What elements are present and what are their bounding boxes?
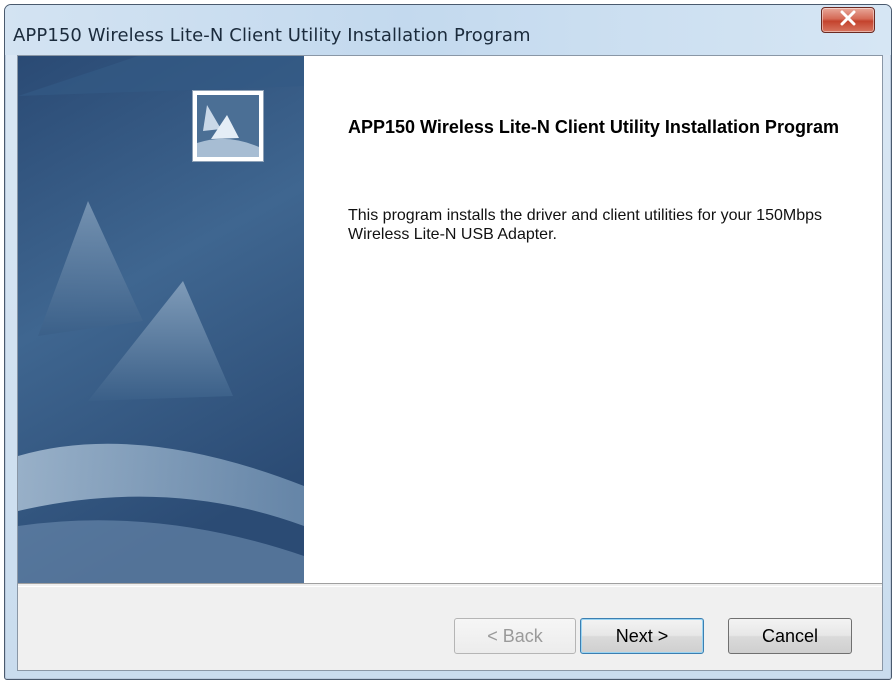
installer-logo-icon: [192, 90, 264, 162]
window-title: APP150 Wireless Lite-N Client Utility In…: [13, 25, 531, 46]
footer-divider: [18, 583, 882, 587]
banner-image: [18, 56, 304, 583]
close-button[interactable]: [821, 7, 875, 33]
dialog-client-area: APP150 Wireless Lite-N Client Utility In…: [17, 55, 883, 671]
title-bar[interactable]: APP150 Wireless Lite-N Client Utility In…: [5, 5, 891, 55]
next-button[interactable]: Next >: [580, 618, 704, 654]
description-text: This program installs the driver and cli…: [348, 207, 822, 243]
cancel-button[interactable]: Cancel: [728, 618, 852, 654]
back-button[interactable]: < Back: [454, 618, 576, 654]
content-panel: APP150 Wireless Lite-N Client Utility In…: [304, 56, 882, 583]
page-heading: APP150 Wireless Lite-N Client Utility In…: [348, 117, 839, 137]
installer-window: APP150 Wireless Lite-N Client Utility In…: [4, 4, 892, 680]
close-icon: [839, 10, 857, 31]
